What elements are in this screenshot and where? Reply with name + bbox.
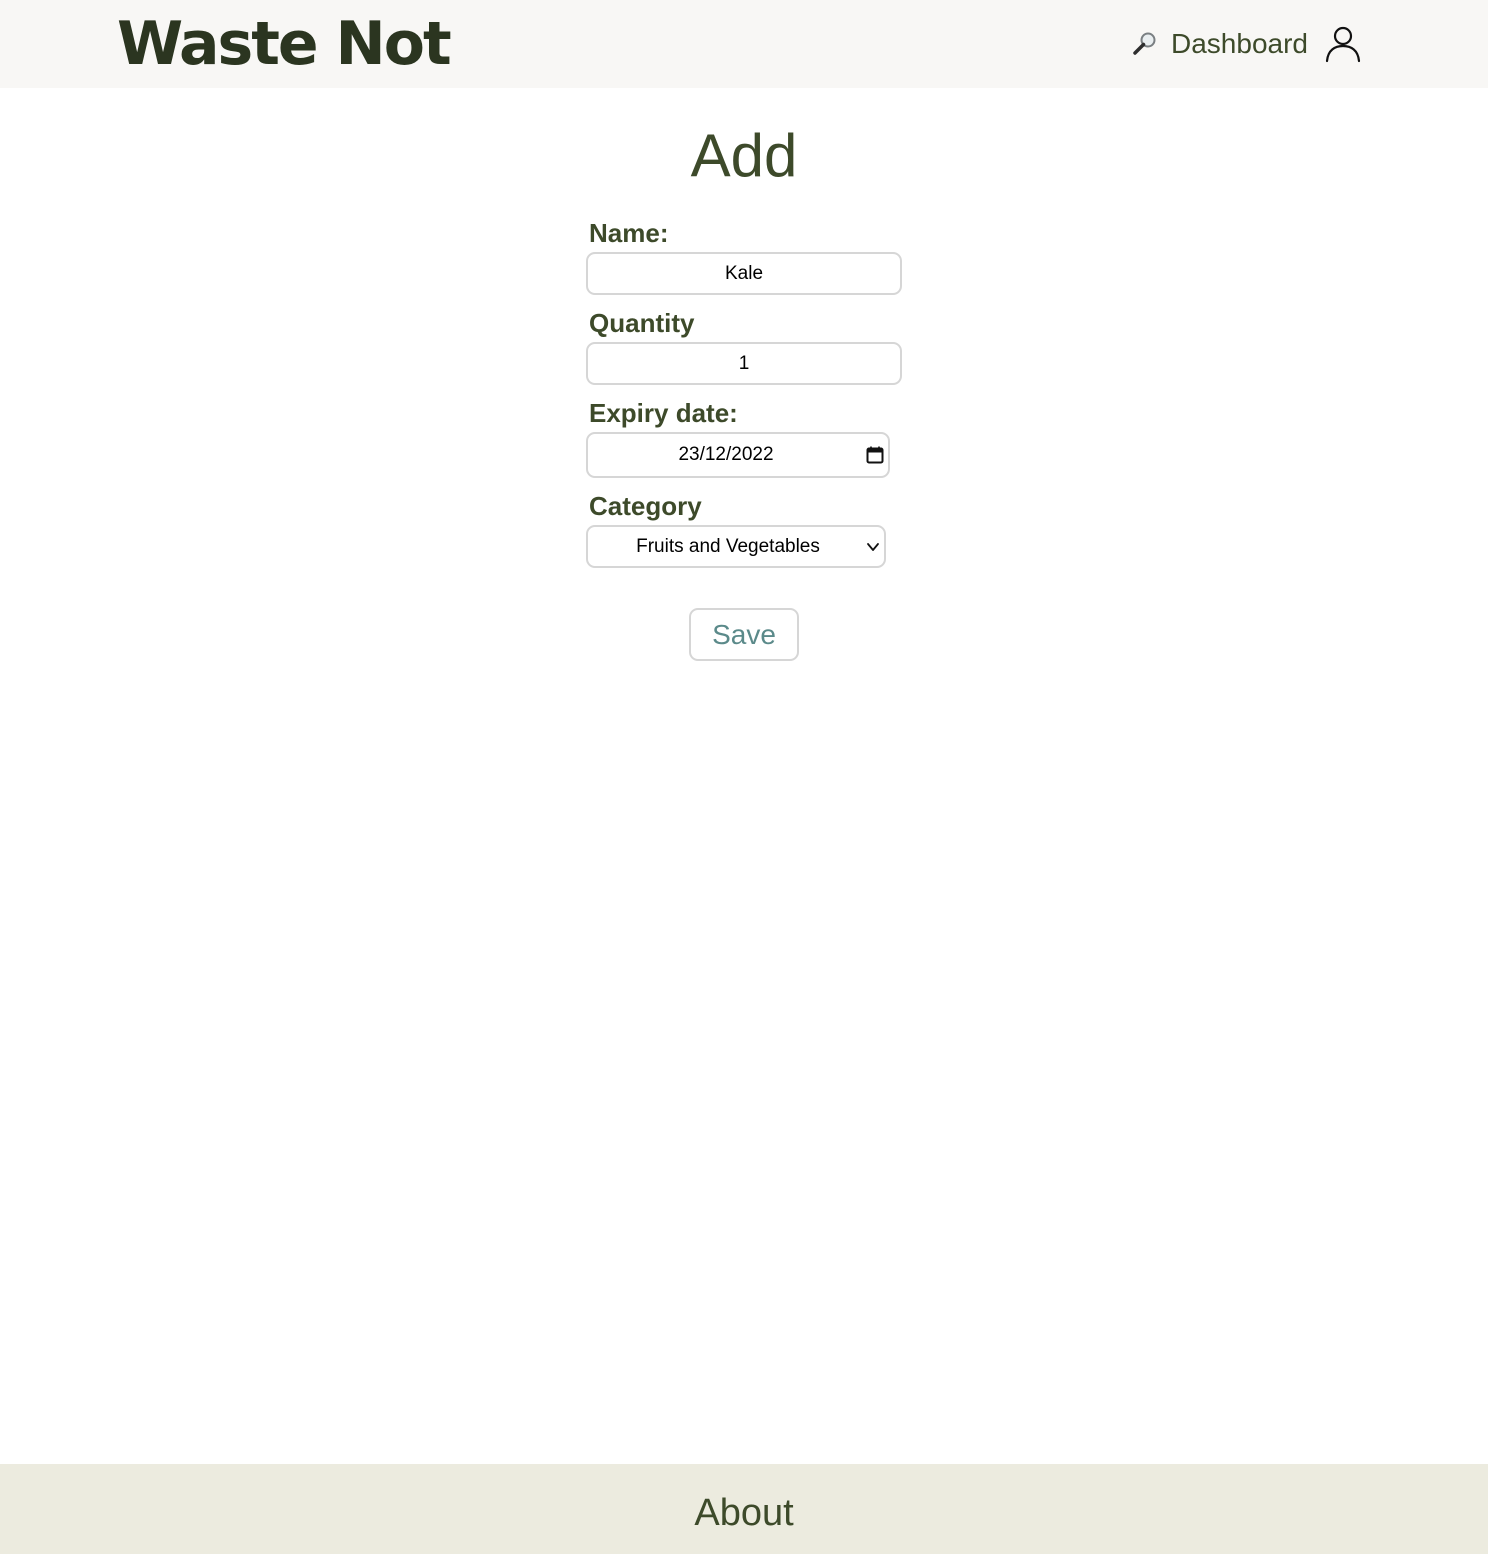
calendar-icon[interactable] — [866, 446, 884, 464]
category-label: Category — [589, 491, 702, 521]
expiry-date-label: Expiry date: — [589, 398, 738, 428]
category-select[interactable]: Fruits and Vegetables — [586, 525, 886, 568]
site-logo[interactable]: Waste Not — [117, 6, 452, 82]
page-title: Add — [690, 122, 798, 189]
quantity-label: Quantity — [589, 308, 695, 338]
footer-link-about[interactable]: About — [0, 1490, 1488, 1536]
site-header: Waste Not Dashboard — [0, 0, 1488, 88]
expiry-date-input[interactable]: 23/12/2022 — [586, 432, 890, 478]
nav-link-dashboard[interactable]: Dashboard — [1171, 28, 1308, 60]
search-icon[interactable] — [1131, 30, 1159, 58]
expiry-date-value: 23/12/2022 — [678, 444, 774, 465]
user-icon[interactable] — [1324, 25, 1362, 63]
name-label: Name: — [589, 218, 669, 248]
save-button[interactable]: Save — [689, 608, 799, 661]
chevron-down-icon — [866, 540, 880, 554]
quantity-input[interactable] — [586, 342, 902, 385]
add-item-form: Name: Quantity Expiry date: 23/12/2022 C… — [586, 214, 906, 568]
name-input[interactable] — [586, 252, 902, 295]
site-footer: About — [0, 1464, 1488, 1554]
category-selected-value: Fruits and Vegetables — [636, 536, 820, 557]
top-nav: Dashboard — [1131, 22, 1362, 66]
